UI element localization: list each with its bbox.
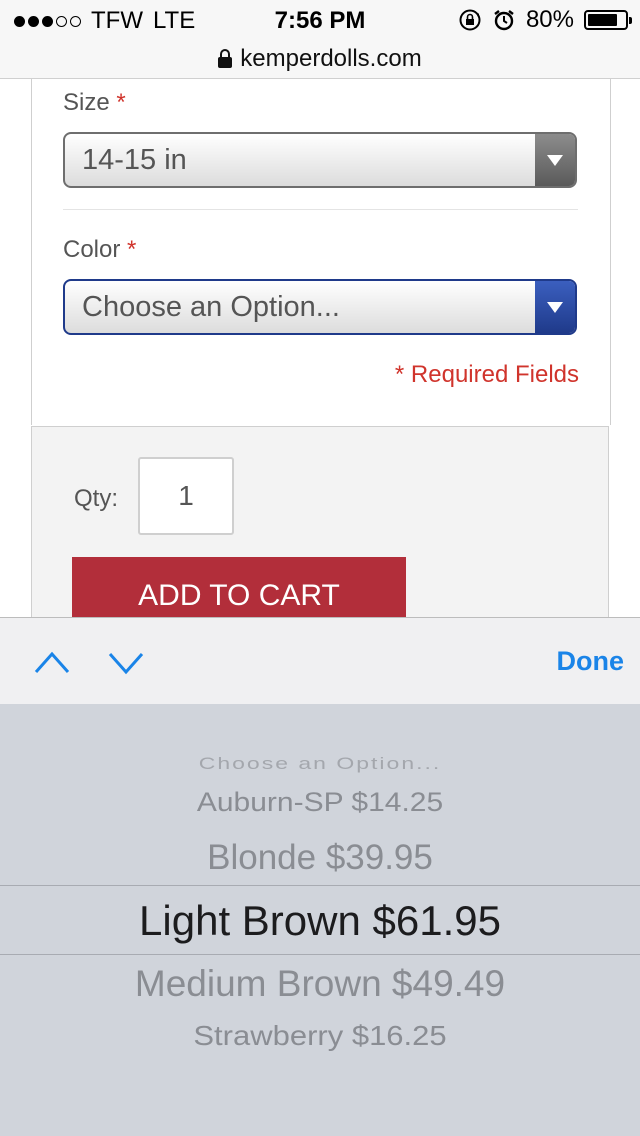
picker-option[interactable]: Strawberry $16.25	[0, 1020, 640, 1052]
color-select[interactable]: Choose an Option...	[63, 279, 577, 335]
required-marker: *	[127, 236, 137, 263]
product-page: Size * 14-15 in Color * Choose an Option…	[0, 79, 640, 627]
qty-input[interactable]: 1	[138, 457, 234, 535]
size-select-value: 14-15 in	[82, 144, 187, 176]
picker-option[interactable]: Choose an Option...	[0, 754, 640, 773]
alarm-icon	[494, 10, 514, 31]
product-options-panel: Size * 14-15 in Color * Choose an Option…	[31, 79, 611, 425]
add-to-cart-box: Qty: 1 ADD TO CART	[31, 426, 609, 627]
picker-option[interactable]: Medium Brown $49.49	[0, 963, 640, 1005]
lock-icon	[218, 48, 233, 68]
color-select-placeholder: Choose an Option...	[82, 291, 340, 323]
color-label: Color *	[63, 236, 137, 263]
status-bar: TFW LTE 7:56 PM 80%	[0, 0, 640, 40]
required-fields-note: * Required Fields	[394, 361, 579, 388]
chevron-down-icon[interactable]	[108, 644, 144, 680]
address-bar[interactable]: kemperdolls.com	[0, 40, 640, 79]
url-text[interactable]: kemperdolls.com	[240, 45, 421, 73]
rotation-lock-icon	[459, 9, 481, 31]
chevron-down-icon	[535, 281, 575, 333]
battery-percent: 80%	[525, 6, 574, 33]
qty-label: Qty:	[74, 485, 119, 512]
picker-selection-line	[0, 954, 640, 955]
picker-selection-line	[0, 885, 640, 886]
chevron-up-icon[interactable]	[34, 644, 70, 680]
option-picker-wheel[interactable]: Choose an Option... Auburn-SP $14.25 Blo…	[0, 704, 640, 1136]
divider	[63, 209, 578, 210]
size-label: Size *	[63, 89, 126, 116]
chevron-down-icon	[535, 134, 575, 186]
size-select[interactable]: 14-15 in	[63, 132, 577, 188]
picker-option[interactable]: Blonde $39.95	[0, 838, 640, 878]
battery-icon	[584, 10, 632, 30]
picker-option[interactable]: Auburn-SP $14.25	[0, 788, 640, 819]
status-right-icons: 80%	[458, 6, 632, 34]
done-button[interactable]: Done	[557, 646, 625, 677]
picker-option-selected[interactable]: Light Brown $61.95	[0, 897, 640, 945]
required-marker: *	[116, 89, 126, 116]
picker-accessory-bar: Done	[0, 617, 640, 705]
